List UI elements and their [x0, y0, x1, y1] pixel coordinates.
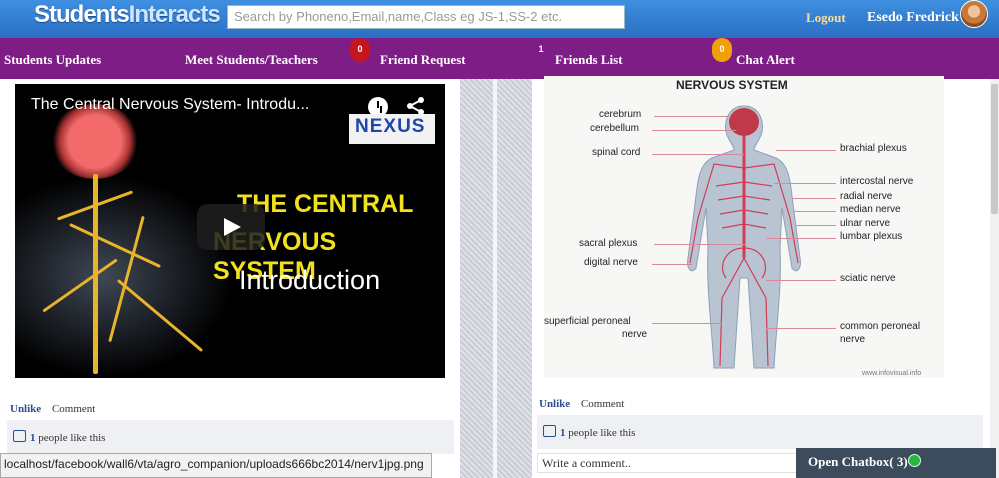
- label-leader-line: [652, 323, 722, 324]
- label-leader-line: [792, 198, 836, 199]
- label-leader-line: [652, 154, 744, 155]
- chat-alert-count-badge[interactable]: 0: [712, 38, 732, 62]
- nexus-logo: NEXUS: [349, 114, 435, 144]
- open-chatbox-button[interactable]: Open Chatbox( 3): [796, 448, 996, 478]
- user-name-link[interactable]: Esedo Fredrick: [867, 10, 959, 26]
- likes-summary: 1 people like this: [7, 420, 454, 454]
- play-button[interactable]: [197, 204, 265, 250]
- nav-friends-list[interactable]: Friends List: [555, 52, 623, 68]
- label-sciatic-nerve: sciatic nerve: [840, 273, 896, 284]
- comment-link[interactable]: Comment: [581, 398, 624, 410]
- nav-chat-alert[interactable]: Chat Alert: [736, 52, 795, 68]
- page-scrollbar[interactable]: [990, 79, 999, 478]
- diagram-watermark: www.infovisual.info: [862, 370, 922, 377]
- label-spinal-cord: spinal cord: [592, 147, 641, 158]
- label-leader-line: [654, 244, 746, 245]
- label-leader-line: [652, 264, 692, 265]
- label-leader-line: [766, 238, 836, 239]
- nav-students-updates[interactable]: Students Updates: [4, 52, 101, 68]
- thumbs-up-icon: [13, 430, 26, 442]
- label-leader-line: [766, 328, 836, 329]
- logo-text-interacts: Interacts: [128, 1, 221, 28]
- human-body-figure: [687, 105, 801, 369]
- label-sacral-plexus: sacral plexus: [579, 238, 638, 249]
- label-leader-line: [652, 130, 736, 131]
- logo-text-students: Students: [34, 1, 130, 28]
- left-post: The Central Nervous System- Introdu... N…: [0, 79, 460, 478]
- post-actions: Unlike Comment: [539, 398, 624, 410]
- label-superficial-peroneal: superficial peroneal: [544, 316, 631, 327]
- unlike-link[interactable]: Unlike: [539, 398, 570, 410]
- unlike-link[interactable]: Unlike: [10, 403, 41, 415]
- likes-count[interactable]: 1: [30, 432, 36, 444]
- label-leader-line: [654, 116, 729, 117]
- label-common-peroneal-nerve: nerve: [840, 334, 866, 345]
- likes-text: people like this: [568, 427, 636, 439]
- likes-summary: 1 people like this: [537, 415, 983, 449]
- comment-link[interactable]: Comment: [52, 403, 95, 415]
- search-input[interactable]: Search by Phoneno,Email,name,Class eg JS…: [227, 5, 625, 29]
- likes-count[interactable]: 1: [560, 427, 566, 439]
- site-logo[interactable]: StudentsInteracts: [34, 1, 221, 29]
- friends-list-count-badge[interactable]: 1: [531, 38, 551, 62]
- label-median-nerve: median nerve: [840, 204, 901, 215]
- label-leader-line: [776, 150, 836, 151]
- nav-friend-request[interactable]: Friend Request: [380, 52, 466, 68]
- label-ulnar-nerve: ulnar nerve: [840, 218, 891, 229]
- label-common-peroneal: common peroneal: [840, 321, 921, 332]
- online-status-icon: [907, 454, 921, 467]
- label-intercostal-nerve: intercostal nerve: [840, 176, 914, 187]
- nervous-system-diagram[interactable]: NERVOUS SYSTEM cerebrum cerebellum spina…: [544, 76, 944, 378]
- chatbox-label: Open Chatbox( 3): [808, 454, 908, 469]
- label-leader-line: [766, 280, 836, 281]
- scrollbar-thumb[interactable]: [991, 84, 998, 214]
- logout-link[interactable]: Logout: [806, 10, 846, 26]
- status-bar-url: localhost/facebook/wall6/vta/agro_compan…: [0, 453, 432, 478]
- label-cerebellum: cerebellum: [590, 123, 639, 134]
- likes-text: people like this: [38, 432, 106, 444]
- thumbs-up-icon: [543, 425, 556, 437]
- label-digital-nerve: digital nerve: [584, 257, 638, 268]
- column-divider: [460, 79, 532, 478]
- share-icon[interactable]: [406, 96, 426, 116]
- diagram-title: NERVOUS SYSTEM: [676, 78, 788, 92]
- label-leader-line: [794, 211, 836, 212]
- label-leader-line: [796, 225, 836, 226]
- label-lumbar-plexus: lumbar plexus: [840, 231, 903, 242]
- friend-request-count-badge[interactable]: 0: [350, 38, 370, 62]
- top-bar: StudentsInteracts Search by Phoneno,Emai…: [0, 0, 999, 38]
- main-nav: Students Updates Meet Students/Teachers …: [0, 38, 999, 79]
- video-brain-image: [50, 104, 140, 179]
- nav-meet-students-teachers[interactable]: Meet Students/Teachers: [185, 52, 318, 68]
- label-superficial-peroneal-nerve: nerve: [622, 329, 648, 340]
- post-actions: Unlike Comment: [10, 403, 95, 415]
- label-leader-line: [774, 183, 836, 184]
- user-avatar[interactable]: [960, 0, 988, 28]
- label-brachial-plexus: brachial plexus: [840, 143, 907, 154]
- video-player[interactable]: The Central Nervous System- Introdu... N…: [15, 84, 445, 378]
- label-radial-nerve: radial nerve: [840, 191, 893, 202]
- label-cerebrum: cerebrum: [599, 109, 642, 120]
- video-heading-line3: Introduction: [239, 265, 381, 295]
- video-title[interactable]: The Central Nervous System- Introdu...: [31, 96, 309, 114]
